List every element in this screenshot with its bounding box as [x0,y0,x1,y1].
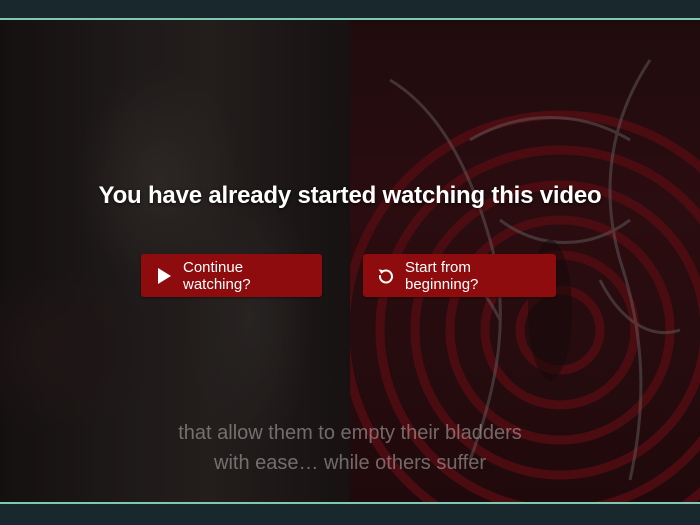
subtitle-line-1: that allow them to empty their bladders [178,422,522,444]
bottom-border-line [0,502,700,504]
resume-prompt-title: You have already started watching this v… [98,182,602,209]
play-icon [155,267,173,285]
continue-watching-label: Continue watching? [183,258,251,293]
video-player[interactable]: You have already started watching this v… [0,20,700,502]
start-from-beginning-button[interactable]: Start from beginning? [363,254,556,297]
restart-icon [377,267,395,285]
video-subtitles: that allow them to empty their bladders … [0,418,700,478]
page-frame: You have already started watching this v… [0,0,700,525]
subtitle-line-2: with ease… while others suffer [214,452,486,474]
continue-watching-button[interactable]: Continue watching? [141,254,322,297]
start-from-beginning-label: Start from beginning? [405,258,479,293]
